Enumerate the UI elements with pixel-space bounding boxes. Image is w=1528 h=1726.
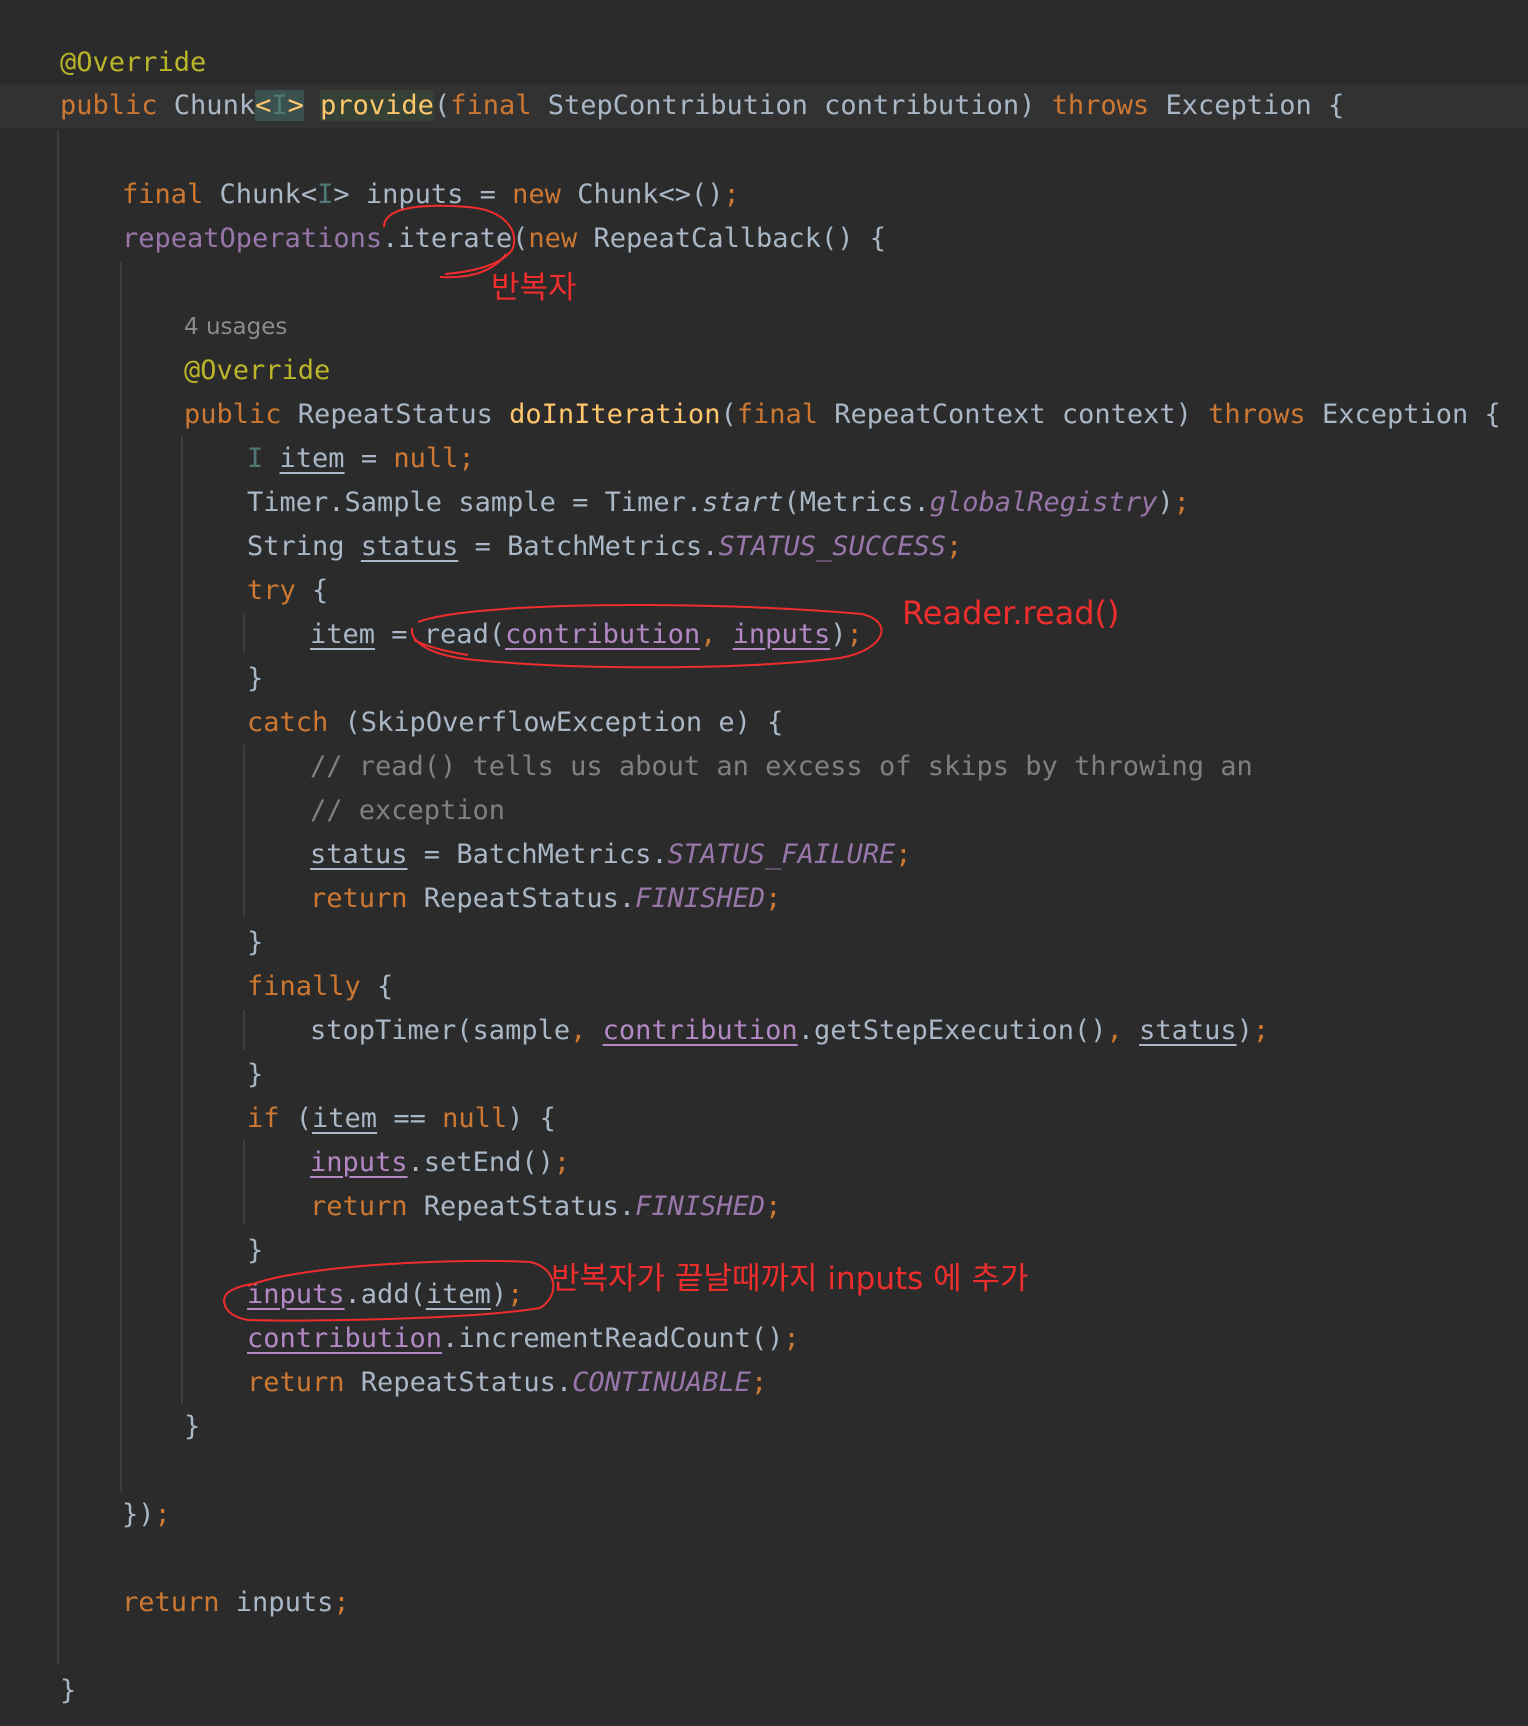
code-line-33[interactable]: } — [0, 1669, 76, 1713]
code-line-31[interactable]: }); — [0, 1493, 171, 1537]
code-line-4[interactable]: repeatOperations.iterate(new RepeatCallb… — [0, 217, 886, 261]
annotation-override: @Override — [60, 47, 207, 78]
code-comment: // exception — [310, 795, 506, 826]
iterate-annotation-note: 반복자 — [491, 270, 577, 306]
code-line-11[interactable]: try { — [0, 569, 328, 613]
read-annotation-note: Reader.read() — [902, 594, 1120, 632]
code-line-1[interactable]: @Override — [0, 41, 206, 85]
indent-guide — [243, 1140, 245, 1225]
code-line-18[interactable]: return RepeatStatus.FINISHED; — [0, 877, 781, 921]
indent-guide — [243, 1010, 245, 1050]
code-line-19[interactable]: } — [0, 921, 263, 965]
code-editor[interactable]: @Override public Chunk<I> provide(final … — [0, 0, 1528, 1726]
code-line-29[interactable]: return RepeatStatus.CONTINUABLE; — [0, 1361, 767, 1405]
code-line-13[interactable]: } — [0, 657, 263, 701]
method-name-doInIteration: doInIteration — [509, 399, 721, 430]
code-line-9[interactable]: Timer.Sample sample = Timer.start(Metric… — [0, 481, 1190, 525]
code-line-25[interactable]: return RepeatStatus.FINISHED; — [0, 1185, 781, 1229]
code-line-2[interactable]: public Chunk<I> provide(final StepContri… — [0, 84, 1528, 128]
method-name-provide: provide — [320, 90, 434, 121]
code-line-7[interactable]: public RepeatStatus doInIteration(final … — [0, 393, 1501, 437]
code-line-12[interactable]: item = read(contribution, inputs); — [0, 613, 863, 657]
code-line-3[interactable]: final Chunk<I> inputs = new Chunk<>(); — [0, 173, 740, 217]
add-annotation-note: 반복자가 끝날때까지 inputs 에 추가 — [551, 1261, 1029, 1297]
code-line-27[interactable]: inputs.add(item); — [0, 1273, 523, 1317]
code-line-23[interactable]: if (item == null) { — [0, 1097, 556, 1141]
code-line-24[interactable]: inputs.setEnd(); — [0, 1141, 570, 1185]
indent-guide — [243, 613, 245, 653]
method-signature: public Chunk<I> provide(final StepContri… — [60, 90, 1345, 121]
code-line-28[interactable]: contribution.incrementReadCount(); — [0, 1317, 800, 1361]
code-line-32[interactable]: return inputs; — [0, 1581, 350, 1625]
indent-guide — [243, 745, 245, 917]
indent-guide — [120, 262, 122, 1492]
indent-guide — [181, 436, 183, 1404]
code-line-21[interactable]: stopTimer(sample, contribution.getStepEx… — [0, 1009, 1269, 1053]
code-line-30[interactable]: } — [0, 1405, 200, 1449]
code-line-10[interactable]: String status = BatchMetrics.STATUS_SUCC… — [0, 525, 962, 569]
code-line-20[interactable]: finally { — [0, 965, 393, 1009]
code-line-26[interactable]: } — [0, 1229, 263, 1273]
code-line-8[interactable]: I item = null; — [0, 437, 475, 481]
usages-hint[interactable]: 4 usages — [184, 305, 287, 349]
code-line-16[interactable]: // exception — [0, 789, 505, 833]
code-line-6[interactable]: @Override — [0, 349, 330, 393]
code-line-15[interactable]: // read() tells us about an excess of sk… — [0, 745, 1253, 789]
code-line-14[interactable]: catch (SkipOverflowException e) { — [0, 701, 783, 745]
code-line-17[interactable]: status = BatchMetrics.STATUS_FAILURE; — [0, 833, 911, 877]
code-line-22[interactable]: } — [0, 1053, 263, 1097]
code-comment: // read() tells us about an excess of sk… — [310, 751, 1253, 782]
